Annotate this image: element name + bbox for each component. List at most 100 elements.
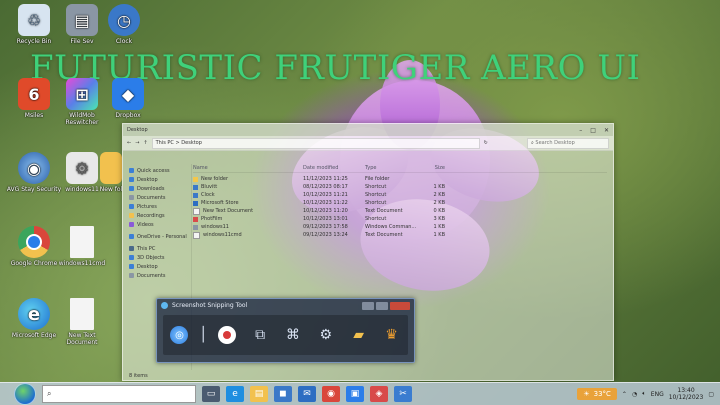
snipping-titlebar[interactable]: Screenshot Snipping Tool	[157, 299, 414, 312]
file-row[interactable]: New Text Document 10/12/2023 11:20 Text Do…	[193, 207, 607, 215]
taskbar: ⌕ ▭ e ▤ ◼ ✉ ◉ ▣ ◈ ✂ ☀ 33°C ⌃ ◔ 🔈︎ ENG 13…	[0, 382, 720, 405]
volume-icon[interactable]: 🔈︎	[642, 390, 646, 398]
maximize-button[interactable]	[376, 301, 388, 310]
weather-temp: 33°C	[593, 390, 611, 398]
clock-time: 13:40	[677, 387, 695, 394]
file-row[interactable]: New folder 11/12/2023 11:25 File folder	[193, 175, 607, 183]
clock-icon: ◷	[108, 4, 140, 36]
folder-icon[interactable]: ▰	[348, 324, 370, 346]
nav-item[interactable]: Documents	[129, 271, 191, 280]
maximize-button[interactable]: □	[590, 127, 596, 134]
download-icon	[129, 186, 134, 191]
store-icon[interactable]: ◼	[274, 386, 292, 402]
edge-icon[interactable]: e	[226, 386, 244, 402]
folder-icon: ▤	[66, 4, 98, 36]
explorer-titlebar[interactable]: Desktop – □ ✕	[123, 124, 613, 136]
back-icon[interactable]: ←	[127, 140, 131, 146]
nav-item[interactable]: 3D Objects	[129, 253, 191, 262]
desktop-icon-label: Clock	[115, 38, 133, 45]
file-row[interactable]: Bluvitt 08/12/2023 08:17 Shortcut 1 KB	[193, 183, 607, 191]
nav-item[interactable]: Desktop	[129, 262, 191, 271]
search-icon: ⌕	[531, 140, 534, 146]
status-bar: 8 items	[129, 373, 148, 379]
address-bar[interactable]: This PC > Desktop	[151, 137, 480, 149]
nav-item[interactable]: Recordings	[129, 211, 191, 220]
crown-icon[interactable]: ♛	[381, 324, 403, 346]
task-view-icon[interactable]: ▭	[202, 386, 220, 402]
desktop-icon-label: New Text Document	[66, 332, 98, 346]
nav-item[interactable]: Quick access	[129, 166, 191, 175]
documents-icon	[129, 195, 134, 200]
computer-icon	[129, 246, 134, 251]
shortcut-icon	[193, 184, 198, 190]
snipping-app-icon	[161, 302, 168, 309]
close-button[interactable]: ✕	[604, 127, 609, 134]
globe-icon: ◉	[18, 152, 50, 184]
file-row[interactable]: windows11 09/12/2023 17:58 Windows Comman.…	[193, 223, 607, 231]
notifications-icon[interactable]: ▢	[708, 391, 714, 398]
desktop-icon-new-folder[interactable]: New fol	[98, 152, 124, 193]
desktop-icon-windows11cmd[interactable]: windows11cmd	[54, 226, 110, 267]
text-file-icon	[193, 231, 200, 239]
search-input[interactable]: ⌕ Search Desktop	[527, 137, 609, 149]
chrome-icon[interactable]: ◉	[322, 386, 340, 402]
chevron-up-icon[interactable]: ⌃	[622, 391, 627, 398]
file-row[interactable]: Microsoft Store 10/12/2023 11:22 Shortcut 2…	[193, 199, 607, 207]
mail-icon[interactable]: ✉	[298, 386, 316, 402]
windows-icon: ⊞	[66, 78, 98, 110]
nav-item[interactable]: Downloads	[129, 184, 191, 193]
file-row[interactable]: PhotFilm 10/12/2023 13:01 Shortcut 3 KB	[193, 215, 607, 223]
start-button[interactable]	[14, 383, 36, 405]
minimize-button[interactable]	[362, 301, 374, 310]
column-header[interactable]: Date modified	[303, 165, 365, 171]
minimize-button[interactable]: –	[579, 127, 582, 134]
search-placeholder: Search Desktop	[535, 140, 575, 146]
camera-icon[interactable]: ◎	[168, 324, 190, 346]
settings-icon[interactable]: ⚙	[315, 324, 337, 346]
refresh-icon[interactable]: ↻	[484, 140, 488, 146]
nav-item[interactable]: OneDrive - Personal	[129, 232, 191, 241]
forward-icon[interactable]: →	[135, 140, 139, 146]
network-icon[interactable]: ◔	[632, 391, 637, 398]
recycle-bin-icon: ♲	[18, 4, 50, 36]
file-explorer-icon[interactable]: ▤	[250, 386, 268, 402]
cmd-file-icon	[193, 224, 198, 230]
up-icon[interactable]: ↑	[143, 140, 147, 146]
videos-icon	[129, 222, 134, 227]
snipping-tool-window[interactable]: Screenshot Snipping Tool ◎ │ ⧉ ⌘ ⚙ ▰ ♛	[156, 298, 415, 363]
column-header[interactable]: Name	[193, 165, 303, 171]
explorer-title: Desktop	[127, 127, 148, 133]
photos-icon[interactable]: ▣	[346, 386, 364, 402]
nav-item[interactable]: Documents	[129, 193, 191, 202]
column-header[interactable]: Size	[415, 165, 445, 171]
window-snip-icon[interactable]: ⧉	[249, 324, 271, 346]
explorer-address-row: ← → ↑ This PC > Desktop ↻ ⌕ Search Deskt…	[123, 136, 613, 151]
file-row[interactable]: windows11cmd 09/12/2023 13:24 Text Documen…	[193, 231, 607, 239]
clock-icon	[193, 192, 198, 198]
close-button[interactable]	[390, 301, 410, 310]
desktop-icon-new-text-document[interactable]: New Text Document	[54, 298, 110, 346]
nav-item[interactable]: Videos	[129, 220, 191, 229]
text-file-icon	[193, 207, 200, 215]
file-row[interactable]: Clock 10/12/2023 11:21 Shortcut 2 KB	[193, 191, 607, 199]
desktop-icon-clock[interactable]: ◷ Clock	[96, 4, 152, 45]
text-file-icon	[70, 298, 94, 330]
record-icon[interactable]	[216, 324, 238, 346]
taskbar-search-input[interactable]: ⌕	[42, 385, 196, 403]
freeform-icon[interactable]: ⌘	[282, 324, 304, 346]
desktop-icon-dropbox[interactable]: ◆ Dropbox	[100, 78, 156, 119]
star-icon	[129, 168, 134, 173]
snipping-icon[interactable]: ✂	[394, 386, 412, 402]
desktop-icon-label: Dropbox	[115, 112, 141, 119]
language-indicator[interactable]: ENG	[651, 391, 664, 398]
nav-item[interactable]: Pictures	[129, 202, 191, 211]
file-icon: ⚙	[66, 152, 98, 184]
system-tray: ☀ 33°C ⌃ ◔ 🔈︎ ENG 13:40 10/12/2023 ▢	[577, 387, 720, 401]
app-icon[interactable]: ◈	[370, 386, 388, 402]
nav-item[interactable]: Desktop	[129, 175, 191, 184]
weather-widget[interactable]: ☀ 33°C	[577, 388, 617, 400]
column-header[interactable]: Type	[365, 165, 415, 171]
clock[interactable]: 13:40 10/12/2023	[669, 387, 704, 401]
dropbox-icon: ◆	[112, 78, 144, 110]
nav-item[interactable]: This PC	[129, 244, 191, 253]
